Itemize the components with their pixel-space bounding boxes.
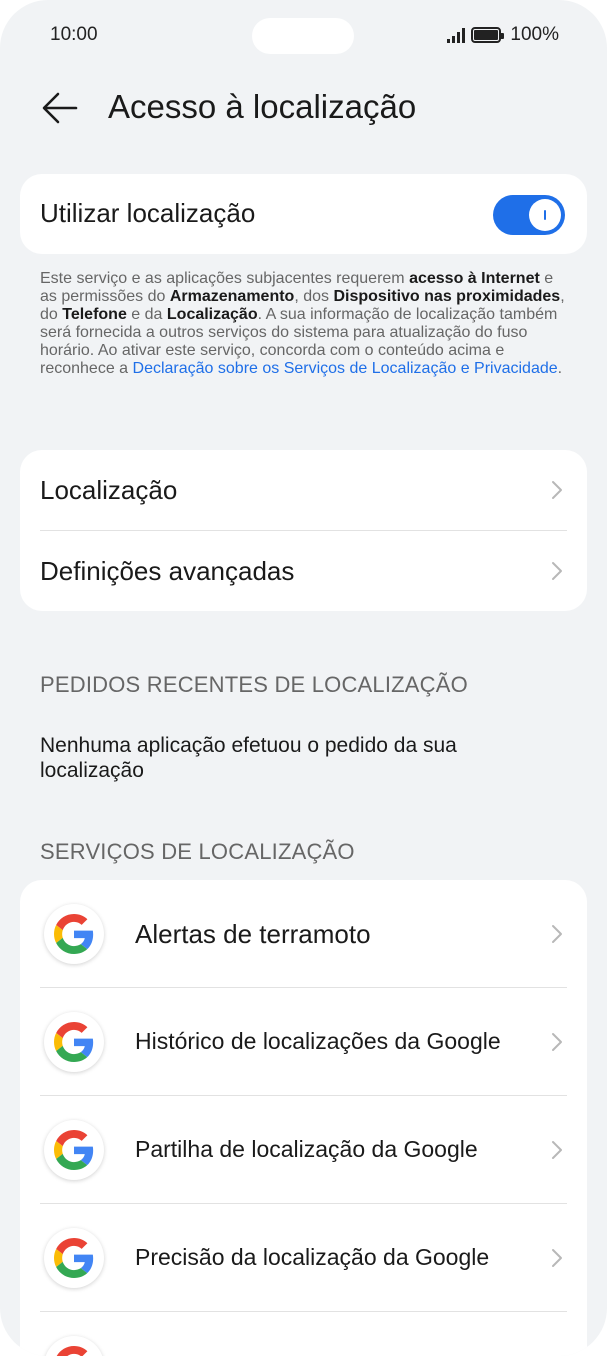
use-location-label: Utilizar localização: [40, 198, 256, 228]
description-text: e da: [126, 306, 167, 323]
chevron-right-icon: [552, 1141, 562, 1159]
google-icon: [44, 1120, 104, 1180]
description-emphasis: Telefone: [62, 306, 127, 323]
phone-screen: 10:00 100% Acesso à localização Utilizar…: [0, 0, 607, 1356]
description-emphasis: Localização: [166, 306, 258, 323]
location-services-heading: SERVIÇOS DE LOCALIZAÇÃO: [40, 839, 355, 864]
back-arrow-icon: [42, 92, 78, 124]
signal-icon: [447, 27, 466, 43]
description-emphasis: Dispositivo nas proximidades: [333, 288, 561, 305]
location-services-card: Alertas de terramoto Histórico de locali…: [20, 880, 587, 1356]
header: Acesso à localização: [0, 78, 607, 138]
service-item-label: Histórico de localizações da Google: [135, 1028, 501, 1054]
use-location-toggle[interactable]: [493, 195, 565, 235]
menu-item-label: Localização: [40, 475, 178, 505]
description-emphasis: Armazenamento: [169, 288, 295, 305]
use-location-card: Utilizar localização: [20, 174, 587, 254]
service-item-google-location-accuracy[interactable]: Precisão da localização da Google: [20, 1204, 587, 1312]
battery-percent: 100%: [510, 24, 559, 45]
service-item-partial[interactable]: [20, 1312, 587, 1356]
service-item-label: Partilha de localização da Google: [135, 1136, 478, 1162]
google-icon: [44, 1228, 104, 1288]
camera-cutout: [252, 18, 354, 54]
description-text: .: [557, 360, 563, 377]
toggle-knob: [529, 199, 561, 231]
recent-requests-heading: PEDIDOS RECENTES DE LOCALIZAÇÃO: [40, 672, 468, 697]
chevron-right-icon: [552, 1033, 562, 1051]
description-text: Este serviço e as aplicações subjacentes…: [40, 270, 410, 287]
menu-item-advanced-settings[interactable]: Definições avançadas: [20, 531, 587, 611]
description-emphasis: acesso à Internet: [409, 270, 540, 287]
chevron-right-icon: [552, 562, 562, 580]
service-item-google-location-history[interactable]: Histórico de localizações da Google: [20, 988, 587, 1096]
battery-icon: [471, 27, 505, 43]
menu-item-label: Definições avançadas: [40, 556, 295, 586]
google-icon: [44, 1336, 104, 1356]
status-time: 10:00: [50, 24, 98, 45]
chevron-right-icon: [552, 925, 562, 943]
back-button[interactable]: [40, 90, 80, 126]
privacy-statement-link[interactable]: Declaração sobre os Serviços de Localiza…: [133, 360, 558, 377]
service-item-google-location-sharing[interactable]: Partilha de localização da Google: [20, 1096, 587, 1204]
google-icon: [44, 904, 104, 964]
service-item-label: Precisão da localização da Google: [135, 1244, 490, 1270]
status-indicators: 100%: [447, 24, 559, 46]
chevron-right-icon: [552, 481, 562, 499]
menu-item-localizacao[interactable]: Localização: [20, 450, 587, 530]
description-text: , dos: [294, 288, 334, 305]
page-title: Acesso à localização: [108, 88, 417, 125]
location-service-description: Este serviço e as aplicações subjacentes…: [40, 270, 570, 378]
service-item-earthquake-alerts[interactable]: Alertas de terramoto: [20, 880, 587, 988]
location-settings-card: Localização Definições avançadas: [20, 450, 587, 611]
recent-requests-empty-text: Nenhuma aplicação efetuou o pedido da su…: [40, 734, 457, 782]
chevron-right-icon: [552, 1249, 562, 1267]
status-bar: 10:00 100%: [0, 0, 607, 70]
service-item-label: Alertas de terramoto: [135, 919, 371, 949]
google-icon: [44, 1012, 104, 1072]
